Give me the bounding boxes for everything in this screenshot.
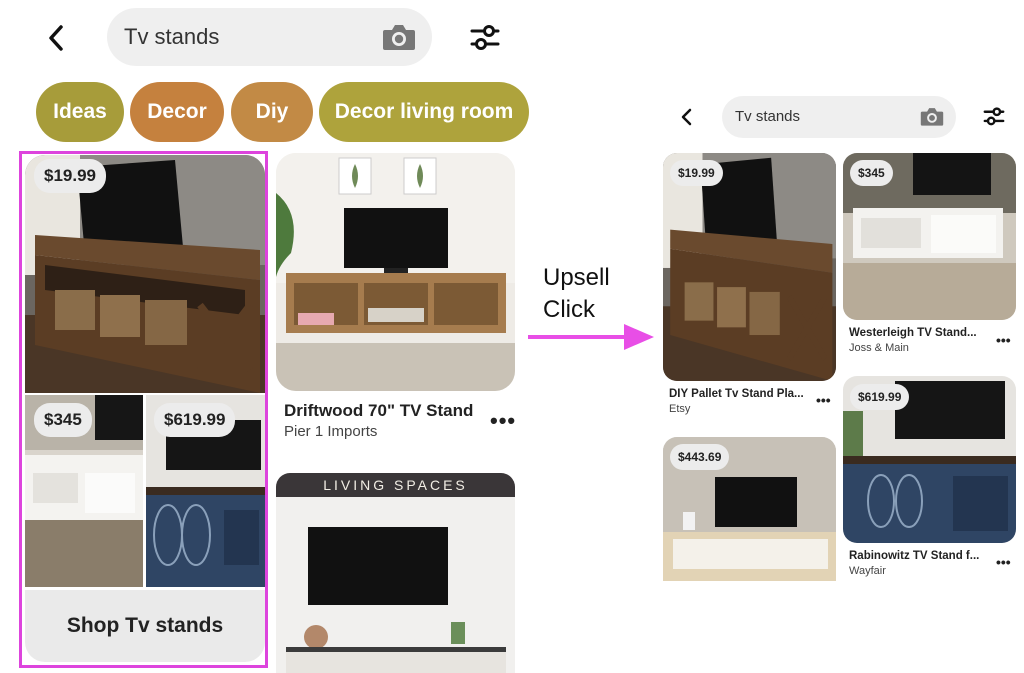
price-badge: $345: [850, 160, 893, 186]
chip-decor-living-room[interactable]: Decor living room: [319, 82, 529, 142]
filter-icon[interactable]: [982, 104, 1006, 128]
chip-ideas[interactable]: Ideas: [36, 82, 124, 142]
pin-image[interactable]: [663, 153, 836, 381]
pin-title[interactable]: Westerleigh TV Stand...: [849, 327, 977, 339]
more-options-icon[interactable]: •••: [490, 410, 516, 432]
pin-subtitle: Joss & Main: [849, 342, 909, 354]
search-input[interactable]: Tv stands: [124, 24, 219, 50]
price-badge: $443.69: [670, 444, 730, 470]
more-options-icon[interactable]: •••: [996, 333, 1011, 347]
chevron-left-icon: [681, 108, 692, 126]
more-options-icon[interactable]: •••: [996, 555, 1011, 569]
pin-image[interactable]: [276, 497, 515, 673]
filter-icon[interactable]: [468, 20, 502, 54]
search-input[interactable]: Tv stands: [735, 108, 800, 125]
chip-decor[interactable]: Decor: [130, 82, 224, 142]
back-button[interactable]: [40, 20, 72, 56]
more-options-icon[interactable]: •••: [816, 393, 831, 407]
price-badge: $19.99: [670, 160, 723, 186]
pin-image[interactable]: [276, 153, 515, 391]
camera-icon[interactable]: [920, 106, 944, 127]
upsell-label-line1: Upsell: [543, 264, 610, 291]
pin-subtitle: Wayfair: [849, 565, 886, 577]
brand-banner: LIVING SPACES: [276, 473, 515, 497]
upsell-highlight-box: [19, 151, 268, 668]
camera-icon[interactable]: [382, 22, 416, 52]
pin-subtitle: Etsy: [669, 403, 691, 415]
pin-title[interactable]: DIY Pallet Tv Stand Pla...: [669, 388, 804, 400]
upsell-click-label: Upsell Click: [543, 262, 610, 326]
chevron-left-icon: [49, 25, 63, 51]
pin-subtitle: Pier 1 Imports: [284, 423, 378, 440]
pin-title[interactable]: Rabinowitz TV Stand f...: [849, 550, 979, 562]
price-badge: $619.99: [850, 384, 910, 410]
pin-title[interactable]: Driftwood 70" TV Stand: [284, 401, 473, 421]
back-button[interactable]: [676, 104, 696, 130]
arrow-right-icon: [528, 324, 654, 350]
chip-diy[interactable]: Diy: [231, 82, 313, 142]
